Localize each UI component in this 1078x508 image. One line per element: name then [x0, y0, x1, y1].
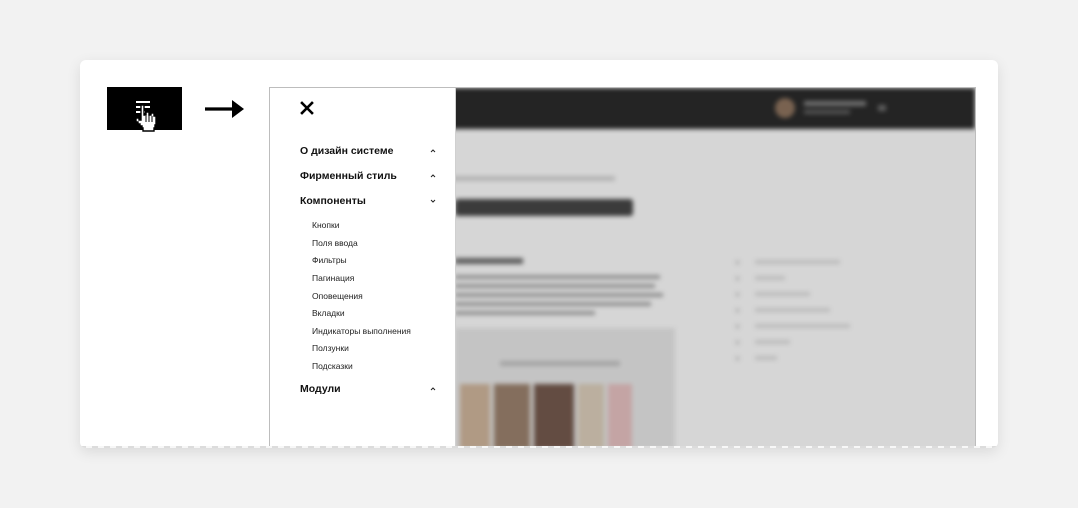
menu-section-label: Модули	[300, 383, 341, 395]
menu-section-about[interactable]: О дизайн системе	[300, 143, 436, 159]
submenu-item-pagination[interactable]: Пагинация	[312, 272, 354, 284]
menu-section-label: Фирменный стиль	[300, 170, 397, 182]
chevron-down-icon	[430, 199, 436, 203]
chevron-up-icon	[430, 174, 436, 178]
menu-section-label: О дизайн системе	[300, 145, 394, 157]
submenu-item-progress-indicators[interactable]: Индикаторы выполнения	[312, 325, 411, 337]
arrow-right-icon	[205, 100, 244, 118]
menu-section-label: Компоненты	[300, 195, 366, 207]
menu-section-components[interactable]: Компоненты	[300, 193, 436, 209]
chevron-up-icon	[430, 387, 436, 391]
menu-section-modules[interactable]: Модули	[300, 381, 436, 397]
submenu-item-sliders[interactable]: Ползунки	[312, 342, 349, 354]
submenu-item-tabs[interactable]: Вкладки	[312, 307, 345, 319]
pointer-hand-icon	[135, 104, 157, 132]
chevron-up-icon	[430, 149, 436, 153]
submenu-item-buttons[interactable]: Кнопки	[312, 219, 339, 231]
close-icon[interactable]	[300, 101, 314, 115]
app-screen-preview: О дизайн системе Фирменный стиль Компоне…	[269, 87, 976, 448]
card-bottom-edge	[80, 446, 998, 448]
submenu-item-filters[interactable]: Фильтры	[312, 254, 347, 266]
submenu-item-input-fields[interactable]: Поля ввода	[312, 237, 358, 249]
side-navigation-menu: О дизайн системе Фирменный стиль Компоне…	[270, 88, 456, 448]
submenu-item-tooltips[interactable]: Подсказки	[312, 360, 353, 372]
menu-section-brand-style[interactable]: Фирменный стиль	[300, 168, 436, 184]
submenu-item-notifications[interactable]: Оповещения	[312, 290, 363, 302]
illustration-card: О дизайн системе Фирменный стиль Компоне…	[80, 60, 998, 448]
